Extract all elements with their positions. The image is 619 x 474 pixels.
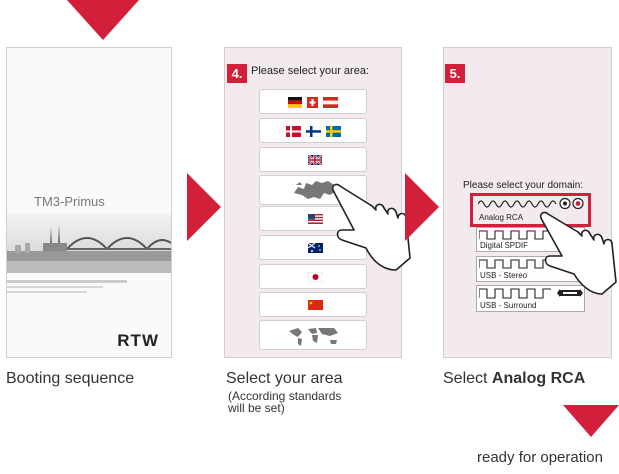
hand-pointer-icon [539, 211, 617, 295]
device-name: TM3-Primus [34, 194, 105, 209]
boot-screen: TM3-Primus RTW [6, 47, 172, 358]
flag-jp-icon [308, 272, 323, 282]
flag-uk-icon [308, 155, 322, 165]
domain-prompt: Please select your domain: [463, 180, 584, 191]
area-button-cn[interactable] [259, 292, 367, 317]
area-caption: Select your area [226, 370, 343, 387]
domain-caption: Select Analog RCA [443, 370, 585, 388]
step-number: 5. [445, 64, 465, 83]
hand-pointer-icon [331, 183, 411, 271]
flag-au-icon [308, 243, 323, 253]
flag-cn-icon [308, 300, 323, 310]
area-button-world[interactable] [259, 320, 367, 350]
final-caption: ready for operation [477, 449, 603, 466]
loading-bar [7, 280, 127, 283]
flag-us-icon [308, 214, 323, 224]
rtw-logo: RTW [117, 331, 159, 350]
area-button-de-ch-at[interactable] [259, 89, 367, 114]
domain-caption-bold: Analog RCA [491, 370, 586, 387]
domain-label: USB - Stereo [480, 271, 528, 280]
area-button-uk[interactable] [259, 147, 367, 172]
area-button-dk-fi-se[interactable] [259, 118, 367, 143]
boot-caption: Booting sequence [6, 370, 135, 387]
domain-label: USB - Surround [480, 301, 537, 310]
map-world-icon [289, 328, 338, 346]
domain-label: Analog RCA [479, 213, 524, 222]
arrow-down-icon [67, 0, 139, 40]
flags-dk-fi-se-icon [286, 126, 341, 137]
arrow-down-icon [563, 405, 619, 437]
domain-caption-prefix: Select [443, 370, 492, 387]
area-prompt: Please select your area: [251, 65, 370, 77]
loading-bar [7, 291, 87, 293]
step-number: 4. [227, 64, 247, 83]
arrow-right-icon [187, 173, 221, 241]
cologne-skyline-image [7, 213, 171, 273]
flags-de-ch-at-icon [288, 97, 338, 108]
loading-bar [7, 286, 103, 288]
domain-label: Digital SPDIF [480, 241, 529, 250]
area-note-line2: will be set) [228, 401, 285, 415]
arrow-right-icon [405, 173, 439, 241]
